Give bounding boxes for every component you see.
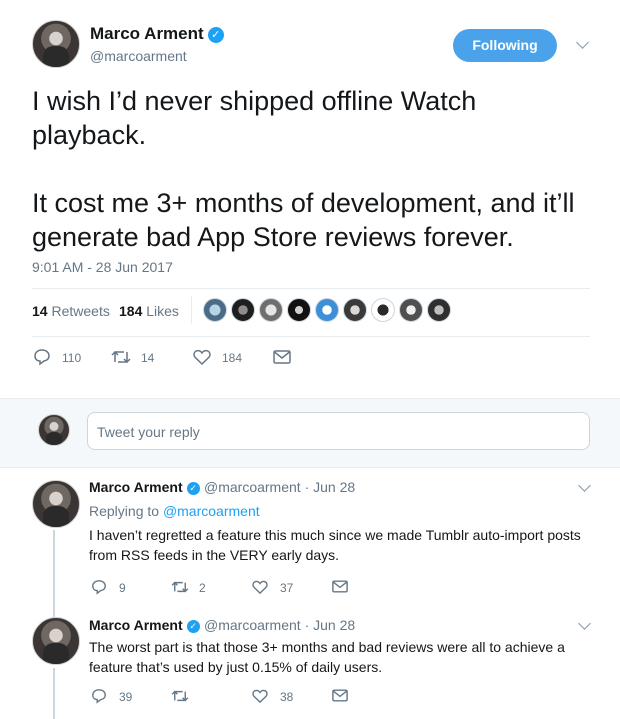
chevron-down-icon[interactable] — [578, 617, 591, 630]
liker-avatar[interactable] — [343, 298, 367, 322]
stats-separator — [191, 296, 192, 324]
liker-avatar[interactable] — [259, 298, 283, 322]
retweet-count: 2 — [199, 581, 206, 595]
thread-line — [53, 668, 55, 719]
reply-avatar[interactable] — [32, 480, 80, 528]
chevron-down-icon[interactable] — [576, 36, 589, 49]
liker-avatar[interactable] — [399, 298, 423, 322]
reply-date[interactable]: · Jun 28 — [305, 479, 356, 495]
message-icon[interactable] — [273, 350, 291, 364]
replying-prefix: Replying to — [89, 503, 163, 519]
author-avatar[interactable] — [32, 20, 80, 68]
retweets-count: 14 — [32, 303, 48, 319]
liker-avatar[interactable] — [315, 298, 339, 322]
divider — [32, 288, 590, 289]
reply-author-row[interactable]: Marco Arment ✓ — [89, 617, 200, 633]
reply-handle-date: @marcoarment · Jun 28 — [204, 479, 355, 495]
liker-avatar[interactable] — [427, 298, 451, 322]
thread-line — [53, 530, 55, 619]
reply-text-line: The worst part is that those 3+ months a… — [89, 639, 565, 655]
reply-icon[interactable] — [91, 688, 107, 704]
likes-count: 184 — [119, 303, 143, 319]
retweet-icon[interactable] — [111, 349, 131, 365]
reply-author-name[interactable]: Marco Arment — [89, 479, 183, 495]
heart-icon[interactable] — [193, 349, 211, 365]
author-handle[interactable]: @marcoarment — [90, 48, 187, 64]
reply-author-row[interactable]: Marco Arment ✓ — [89, 479, 200, 495]
likes-label: Likes — [146, 303, 179, 319]
reply-handle[interactable]: @marcoarment — [204, 617, 301, 633]
like-count: 184 — [222, 351, 243, 365]
chevron-down-icon[interactable] — [578, 479, 591, 492]
like-count: 37 — [280, 581, 294, 595]
message-icon[interactable] — [332, 689, 348, 702]
reply-text-line: I haven’t regretted a feature this much … — [89, 527, 581, 543]
reply-count: 39 — [119, 690, 133, 704]
reply-handle[interactable]: @marcoarment — [204, 479, 301, 495]
reply-avatar[interactable] — [32, 617, 80, 665]
tweet-text: I wish I’d never shipped offline Watch p… — [32, 86, 575, 252]
verified-icon: ✓ — [186, 482, 200, 495]
following-button[interactable]: Following — [453, 29, 557, 62]
retweet-icon[interactable] — [171, 580, 189, 594]
reply-icon[interactable] — [33, 348, 51, 366]
reply-handle-date: @marcoarment · Jun 28 — [204, 617, 355, 633]
likes-stat[interactable]: 184 Likes — [119, 303, 179, 319]
reply-text-line: from RSS feeds in the VERY early days. — [89, 547, 340, 563]
retweets-stat[interactable]: 14 Retweets — [32, 303, 110, 319]
liker-avatar[interactable] — [231, 298, 255, 322]
verified-icon: ✓ — [186, 620, 200, 633]
replying-to: Replying to @marcoarment — [89, 503, 260, 519]
main-tweet: Marco Arment ✓ @marcoarment Following I w… — [0, 0, 620, 398]
reply-icon[interactable] — [91, 579, 107, 595]
author-name[interactable]: Marco Arment — [90, 24, 204, 43]
verified-icon: ✓ — [207, 27, 224, 43]
heart-icon[interactable] — [252, 580, 268, 594]
liker-avatar[interactable] — [287, 298, 311, 322]
like-count: 38 — [280, 690, 294, 704]
divider — [32, 336, 590, 337]
reply-input[interactable]: Tweet your reply — [87, 412, 590, 450]
message-icon[interactable] — [332, 580, 348, 593]
reply-text: The worst part is that those 3+ months a… — [89, 637, 589, 677]
liker-avatar[interactable] — [203, 298, 227, 322]
retweets-label: Retweets — [51, 303, 110, 319]
tweet-timestamp[interactable]: 9:01 AM - 28 Jun 2017 — [32, 259, 173, 275]
reply-count: 110 — [62, 351, 82, 365]
retweet-icon[interactable] — [171, 689, 189, 703]
reply-text: I haven’t regretted a feature this much … — [89, 525, 589, 565]
heart-icon[interactable] — [252, 689, 268, 703]
current-user-avatar — [38, 414, 70, 446]
retweet-count: 14 — [141, 351, 155, 365]
reply-author-name[interactable]: Marco Arment — [89, 617, 183, 633]
reply-count: 9 — [119, 581, 126, 595]
author-name-row[interactable]: Marco Arment ✓ — [90, 24, 224, 44]
reply-text-line: feature that’s used by just 0.15% of dai… — [89, 659, 383, 675]
reply-date[interactable]: · Jun 28 — [305, 617, 356, 633]
replying-to-link[interactable]: @marcoarment — [163, 503, 260, 519]
liker-avatar[interactable] — [371, 298, 395, 322]
